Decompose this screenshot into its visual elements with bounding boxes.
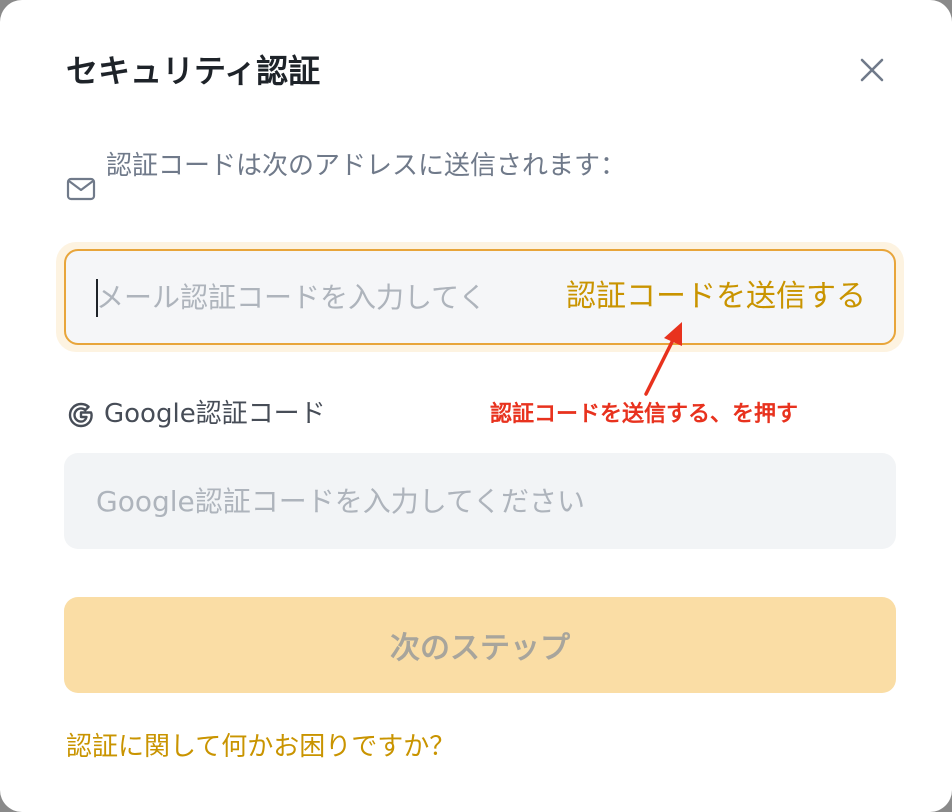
- email-code-input[interactable]: [96, 269, 526, 325]
- security-verification-dialog: セキュリティ認証 認証コードは次のアドレスに送信されます： 認証コードを送信する…: [0, 0, 952, 812]
- google-code-field: [64, 453, 896, 549]
- google-code-input[interactable]: [96, 473, 856, 529]
- email-code-field: 認証コードを送信する: [64, 249, 896, 345]
- mail-icon: [66, 177, 96, 201]
- dialog-title: セキュリティ認証: [66, 52, 321, 90]
- send-code-button[interactable]: 認証コードを送信する: [566, 273, 866, 321]
- google-icon: [68, 402, 93, 428]
- next-step-button[interactable]: 次のステップ: [64, 597, 896, 693]
- close-icon: [860, 58, 884, 82]
- annotation-text: 認証コードを送信する、を押す: [490, 402, 799, 427]
- text-caret: [96, 279, 98, 317]
- email-destination-row: 認証コードは次のアドレスに送信されます：: [66, 146, 866, 206]
- email-destination-label: 認証コードは次のアドレスに送信されます：: [106, 151, 627, 181]
- annotation-arrow-icon: [644, 322, 682, 396]
- close-button[interactable]: [852, 50, 892, 90]
- google-auth-label: Google認証コード: [104, 399, 326, 429]
- help-link[interactable]: 認証に関して何かお困りですか？: [66, 726, 455, 768]
